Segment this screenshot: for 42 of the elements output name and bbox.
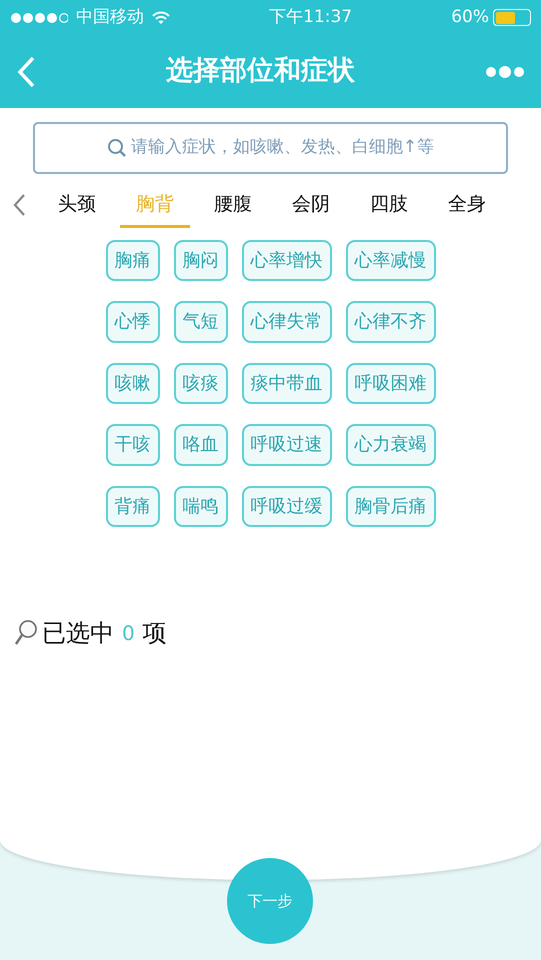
- symptom-tag[interactable]: 气短: [174, 301, 228, 343]
- search-icon: [106, 138, 127, 158]
- selected-count: 0: [122, 620, 135, 648]
- category-tab[interactable]: 胸背: [120, 182, 190, 228]
- symptom-tag[interactable]: 心力衰竭: [346, 424, 436, 466]
- category-tab[interactable]: 全身: [432, 182, 502, 228]
- symptom-tag[interactable]: 咯血: [174, 424, 228, 466]
- page-title: 选择部位和症状: [166, 54, 355, 88]
- symptom-tag[interactable]: 干咳: [106, 424, 160, 466]
- carrier-name: 中国移动: [76, 6, 144, 29]
- symptom-tag[interactable]: 胸骨后痛: [346, 486, 436, 528]
- wifi-icon: [152, 10, 170, 24]
- symptom-tag[interactable]: 背痛: [106, 486, 160, 528]
- symptom-tag[interactable]: 心率减慢: [346, 240, 436, 282]
- symptom-tag[interactable]: 胸闷: [174, 240, 228, 282]
- battery-icon: [493, 9, 532, 26]
- symptom-tag[interactable]: 心律失常: [242, 301, 332, 343]
- symptom-tag[interactable]: 呼吸过速: [242, 424, 332, 466]
- symptom-tag[interactable]: 痰中带血: [242, 362, 332, 404]
- next-button[interactable]: 下一步: [227, 858, 313, 944]
- scroll-left-icon[interactable]: [12, 192, 26, 218]
- status-time: 下午11:37: [269, 6, 352, 29]
- symptom-tag[interactable]: 胸痛: [106, 240, 160, 282]
- symptom-tag[interactable]: 心率增快: [242, 240, 332, 282]
- battery-percent: 60%: [451, 6, 490, 29]
- search-field[interactable]: 请输入症状，如咳嗽、发热、白细胞↑等: [33, 122, 508, 174]
- back-icon[interactable]: [16, 56, 36, 88]
- symptom-tag[interactable]: 呼吸困难: [346, 362, 436, 404]
- category-tab[interactable]: 腰腹: [198, 182, 268, 228]
- symptom-tag[interactable]: 心律不齐: [346, 301, 436, 343]
- symptom-tag[interactable]: 喘鸣: [174, 486, 228, 528]
- symptom-tag[interactable]: 咳痰: [174, 362, 228, 404]
- category-tab[interactable]: 头颈: [42, 182, 112, 228]
- signal-icon: [10, 12, 68, 24]
- symptom-tag[interactable]: 咳嗽: [106, 362, 160, 404]
- selected-unit: 项: [142, 618, 167, 650]
- symptom-tag[interactable]: 心悸: [106, 301, 160, 343]
- category-tab[interactable]: 四肢: [354, 182, 424, 228]
- selected-label: 已选中: [42, 618, 114, 650]
- symptom-tag[interactable]: 呼吸过缓: [242, 486, 332, 528]
- category-tab[interactable]: 会阴: [276, 182, 346, 228]
- magnifier-icon: [14, 619, 38, 648]
